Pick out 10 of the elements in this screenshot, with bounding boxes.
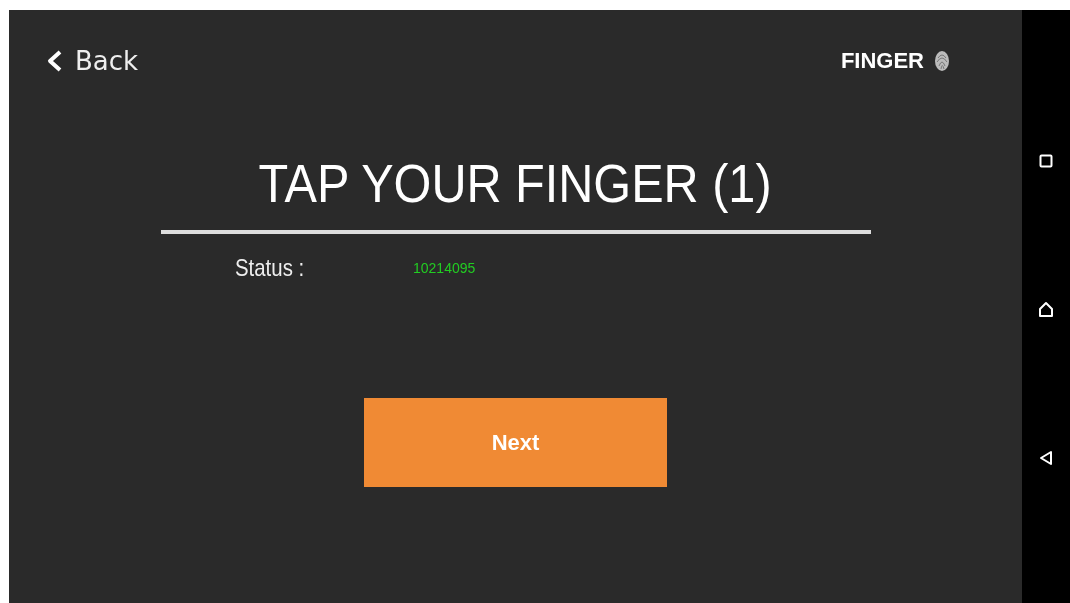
back-icon[interactable] <box>1039 450 1053 466</box>
screen-title: FINGER <box>840 48 924 74</box>
back-button[interactable]: Back <box>47 46 139 76</box>
home-icon[interactable] <box>1038 301 1054 317</box>
recent-apps-icon[interactable] <box>1039 154 1053 168</box>
chevron-left-icon <box>47 50 63 72</box>
status-value: 10214095 <box>413 260 476 276</box>
status-label: Status : <box>235 254 306 282</box>
heading: TAP YOUR FINGER (1) <box>258 152 773 215</box>
fingerprint-icon <box>934 50 950 72</box>
